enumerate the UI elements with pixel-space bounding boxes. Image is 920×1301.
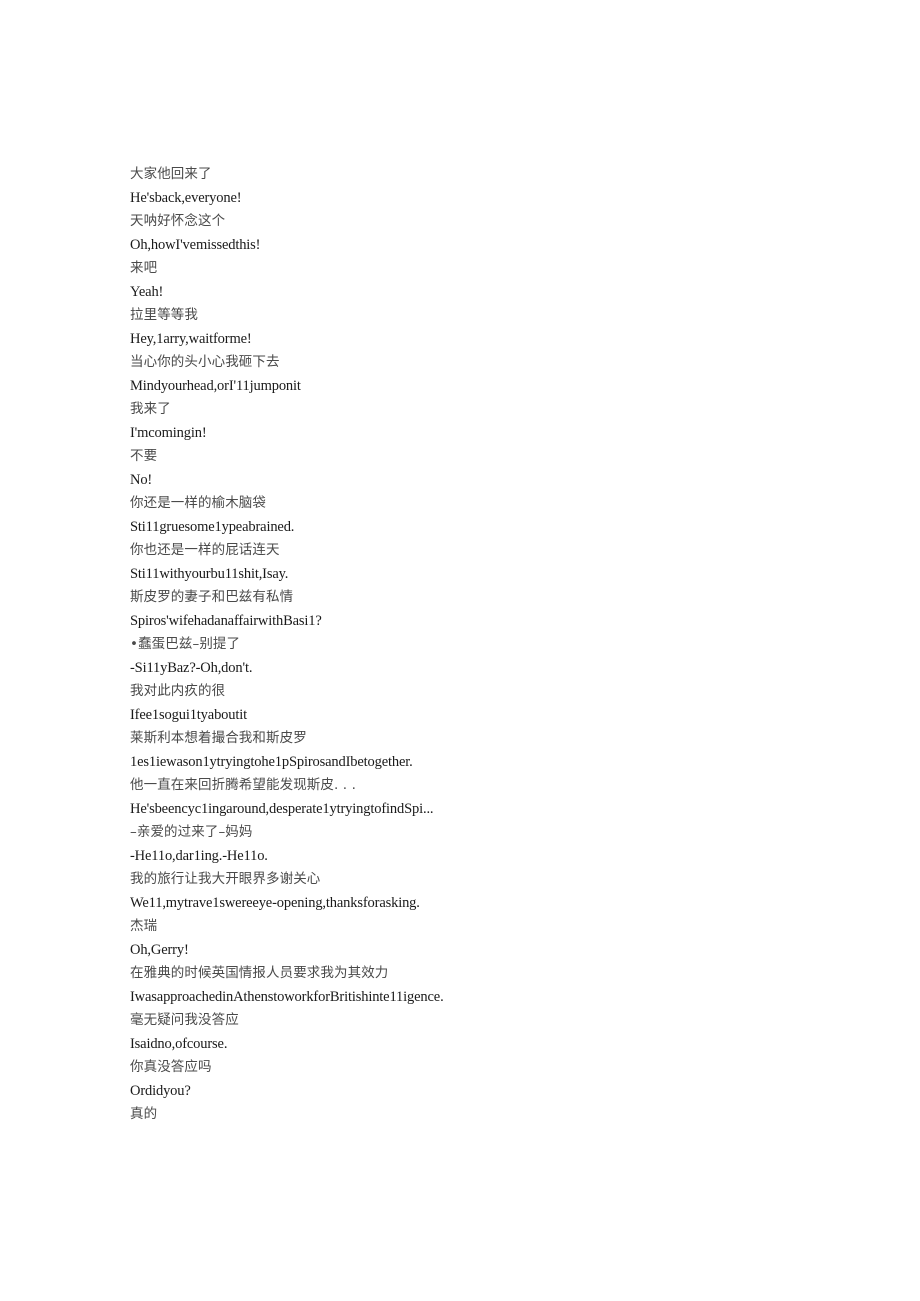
subtitle-line-translation: -Si11yBaz?-Oh,don't. xyxy=(130,659,253,676)
subtitle-line-source: •蠢蛋巴兹–别提了 xyxy=(130,636,241,652)
subtitle-line-translation: We11,mytrave1swereeye-opening,thanksfora… xyxy=(130,894,420,911)
subtitle-line-translation: Isaidno,ofcourse. xyxy=(130,1035,228,1052)
subtitle-line-source: 毫无疑问我没答应 xyxy=(130,1012,239,1028)
subtitle-line-source: 真的 xyxy=(130,1106,158,1122)
subtitle-line-source: 当心你的头小心我砸下去 xyxy=(130,354,280,370)
subtitle-line-translation: Sti11gruesome1ypeabrained. xyxy=(130,518,295,535)
subtitle-line-translation: Oh,howI'vemissedthis! xyxy=(130,236,261,253)
subtitle-line-source: 我对此内疚的很 xyxy=(130,683,226,699)
subtitle-line-source: 你还是一样的榆木脑袋 xyxy=(130,495,266,511)
subtitle-line-source: 来吧 xyxy=(130,260,158,276)
subtitle-line-source: 你真没答应吗 xyxy=(130,1059,212,1075)
subtitle-line-translation: No! xyxy=(130,471,153,488)
subtitle-line-translation: Spiros'wifehadanaffairwithBasi1? xyxy=(130,612,322,629)
subtitle-line-translation: Sti11withyourbu11shit,Isay. xyxy=(130,565,289,582)
subtitle-line-translation: Oh,Gerry! xyxy=(130,941,189,958)
subtitle-line-source: 天呐好怀念这个 xyxy=(130,213,226,229)
subtitle-line-translation: He'sback,everyone! xyxy=(130,189,242,206)
subtitle-line-source: 在雅典的时候英国情报人员要求我为其效力 xyxy=(130,965,389,981)
subtitle-line-translation: I'mcomingin! xyxy=(130,424,207,441)
subtitle-line-source: 莱斯利本想着撮合我和斯皮罗 xyxy=(130,730,307,746)
subtitle-line-translation: 1es1iewason1ytryingtohe1pSpirosandIbetog… xyxy=(130,753,413,770)
subtitle-line-source: 杰瑞 xyxy=(130,918,158,934)
subtitle-line-source: 他一直在来回折腾希望能发现斯皮. . . xyxy=(130,777,356,793)
subtitle-line-source: 大家他回来了 xyxy=(130,166,212,182)
subtitle-document-page: 大家他回来了 He'sback,everyone! 天呐好怀念这个 Oh,howI'v… xyxy=(0,0,920,1301)
subtitle-line-translation: -He11o,dar1ing.-He11o. xyxy=(130,847,268,864)
subtitle-line-list: 大家他回来了 He'sback,everyone! 天呐好怀念这个 Oh,howI'v… xyxy=(130,163,830,1127)
subtitle-line-source: 不要 xyxy=(130,448,158,464)
subtitle-line-translation: Ifee1sogui1tyaboutit xyxy=(130,706,248,723)
subtitle-line-translation: Mindyourhead,orI'11jumponit xyxy=(130,377,301,394)
subtitle-line-source: 我的旅行让我大开眼界多谢关心 xyxy=(130,871,321,887)
subtitle-line-source: 我来了 xyxy=(130,401,171,417)
subtitle-line-source: 你也还是一样的屁话连天 xyxy=(130,542,280,558)
subtitle-line-translation: Hey,1arry,waitforme! xyxy=(130,330,252,347)
subtitle-line-translation: Yeah! xyxy=(130,283,164,300)
subtitle-line-translation: IwasapproachedinAthenstoworkforBritishin… xyxy=(130,988,444,1005)
subtitle-line-source: 拉里等等我 xyxy=(130,307,198,323)
subtitle-line-translation: Ordidyou? xyxy=(130,1082,191,1099)
subtitle-line-source: –亲爱的过来了–妈妈 xyxy=(130,824,253,840)
subtitle-line-source: 斯皮罗的妻子和巴兹有私情 xyxy=(130,589,294,605)
subtitle-line-translation: He'sbeencyc1ingaround,desperate1ytryingt… xyxy=(130,800,434,817)
